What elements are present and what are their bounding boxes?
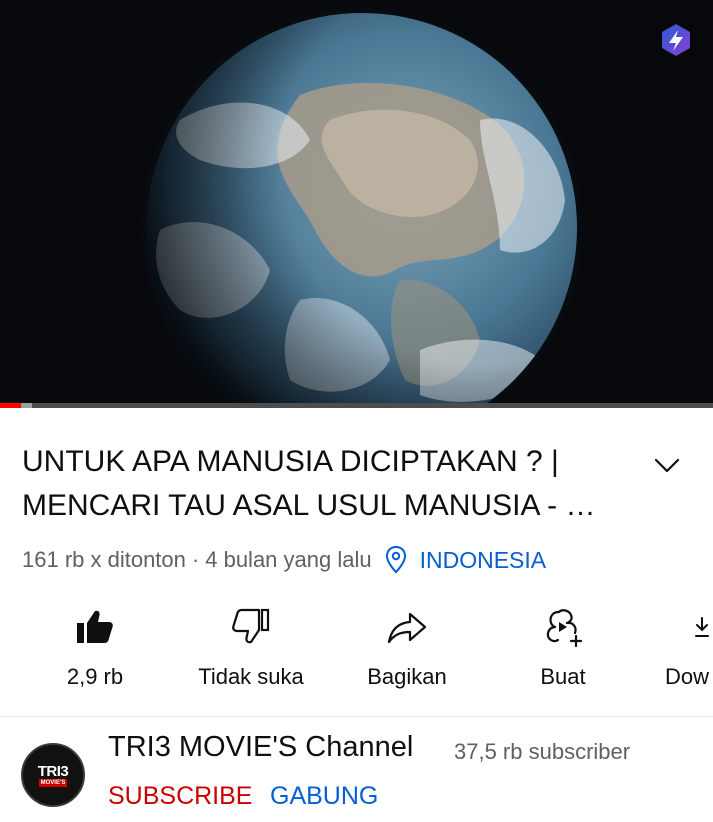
create-button[interactable]: Buat (498, 598, 628, 698)
channel-name[interactable]: TRI3 MOVIE'S Channel (108, 731, 413, 764)
chevron-down-icon[interactable] (650, 448, 684, 482)
upload-date: 4 bulan yang lalu (205, 547, 372, 572)
progress-played (0, 403, 22, 408)
like-count: 2,9 rb (66, 664, 124, 689)
video-player[interactable] (0, 0, 713, 408)
share-label: Bagikan (367, 664, 447, 689)
divider (0, 716, 713, 717)
avatar-logo-subtext: MOVIE'S (38, 778, 68, 787)
subscribe-button[interactable]: SUBSCRIBE (108, 782, 252, 811)
earth-video-frame (0, 0, 713, 408)
remix-icon (546, 609, 583, 648)
video-title[interactable]: UNTUK APA MANUSIA DICIPTAKAN ? | MENCARI… (22, 440, 632, 528)
create-label: Buat (540, 664, 586, 689)
video-meta[interactable]: 161 rb x ditonton · 4 bulan yang lalu IN… (22, 543, 546, 577)
action-bar: 2,9 rb Tidak suka Bagikan Buat Dow (0, 598, 713, 698)
progress-bar[interactable] (0, 403, 713, 408)
meta-separator: · (191, 547, 200, 572)
thumbs-down-icon (232, 608, 270, 644)
download-label: Dow (665, 664, 710, 689)
location-link[interactable]: INDONESIA (420, 547, 547, 574)
thumbs-up-icon (77, 610, 113, 643)
join-button[interactable]: GABUNG (270, 782, 378, 811)
dislike-label: Tidak suka (198, 664, 304, 689)
download-icon (695, 617, 709, 637)
avatar-logo-text: TRI3 (37, 762, 69, 780)
share-button[interactable]: Bagikan (342, 598, 472, 698)
dislike-button[interactable]: Tidak suka (186, 598, 316, 698)
download-button[interactable]: Dow (644, 598, 713, 698)
location-pin-icon (385, 545, 406, 574)
view-count: 161 rb x ditonton (22, 547, 186, 572)
subscriber-count: 37,5 rb subscriber (454, 739, 631, 764)
channel-logo-icon (662, 24, 690, 56)
like-button[interactable]: 2,9 rb (30, 598, 160, 698)
channel-avatar[interactable]: TRI3 MOVIE'S (21, 743, 85, 807)
share-icon (387, 612, 427, 644)
